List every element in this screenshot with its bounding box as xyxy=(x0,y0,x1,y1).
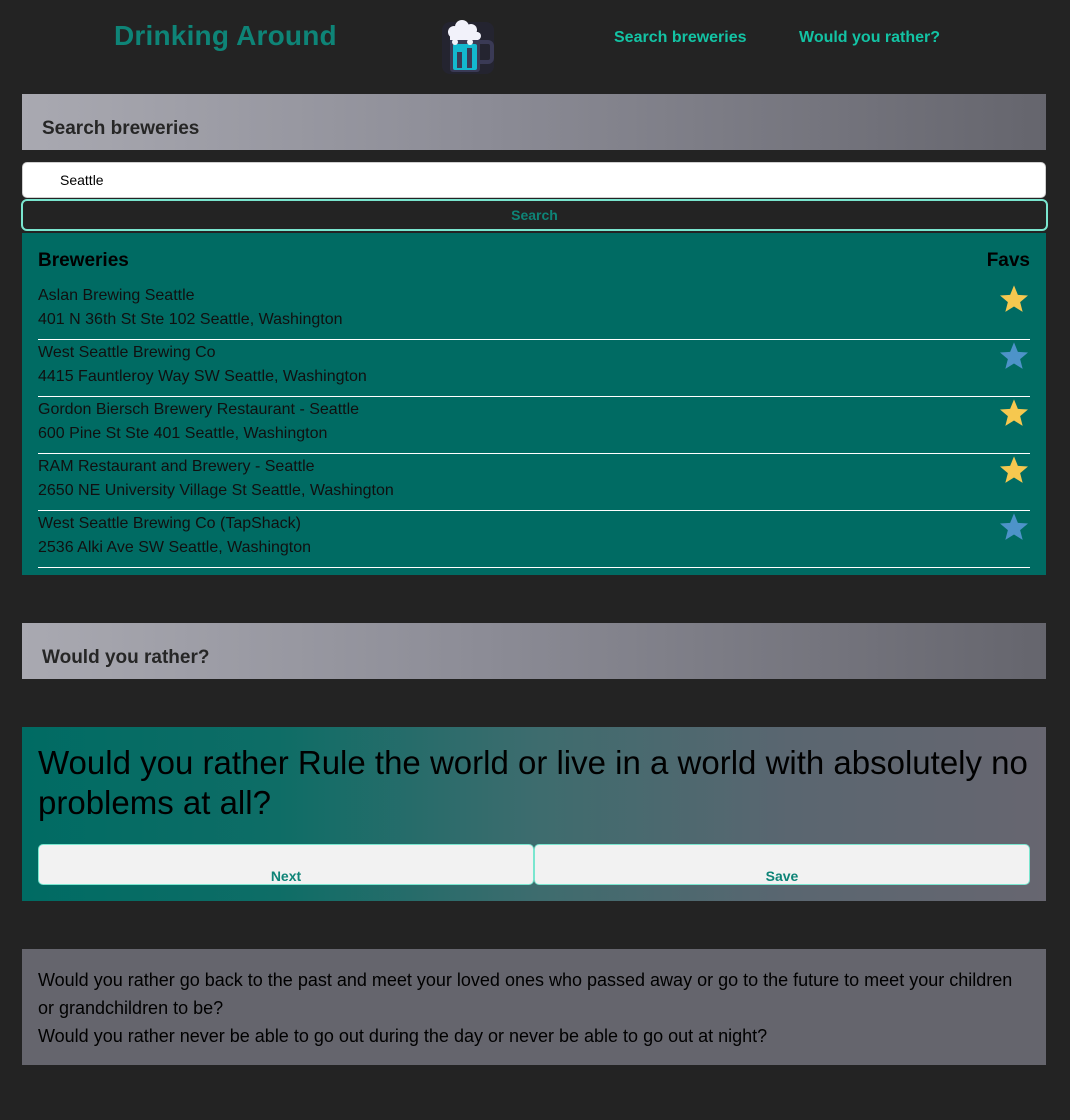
nav-search-breweries[interactable]: Search breweries xyxy=(614,29,747,47)
brewery-address: 2536 Alki Ave SW Seattle, Washington xyxy=(38,539,312,556)
app-header: Drinking Around Search breweries Would y… xyxy=(0,0,1070,94)
saved-question: Would you rather never be able to go out… xyxy=(38,1026,768,1046)
nav-would-you-rather[interactable]: Would you rather? xyxy=(799,29,940,47)
breweries-heading: Breweries xyxy=(38,250,129,271)
save-button[interactable]: Save xyxy=(534,844,1030,885)
brewery-name: RAM Restaurant and Brewery - Seattle xyxy=(38,458,315,475)
app-title[interactable]: Drinking Around xyxy=(114,20,337,52)
beer-mug-icon xyxy=(442,20,494,74)
search-section-header: Search breweries xyxy=(22,94,1046,150)
favs-heading: Favs xyxy=(986,250,1030,271)
wyr-section-title: Would you rather? xyxy=(42,647,210,668)
search-button[interactable]: Search xyxy=(21,199,1048,231)
favorite-star-icon[interactable] xyxy=(998,283,1030,315)
brewery-row: RAM Restaurant and Brewery - Seattle 265… xyxy=(38,454,1030,511)
brewery-address: 4415 Fauntleroy Way SW Seattle, Washingt… xyxy=(38,368,367,385)
brewery-name: West Seattle Brewing Co xyxy=(38,344,216,361)
next-button[interactable]: Next xyxy=(38,844,534,885)
brewery-address: 600 Pine St Ste 401 Seattle, Washington xyxy=(38,425,328,442)
brewery-name: West Seattle Brewing Co (TapShack) xyxy=(38,515,301,532)
brewery-address: 401 N 36th St Ste 102 Seattle, Washingto… xyxy=(38,311,343,328)
brewery-row: Gordon Biersch Brewery Restaurant - Seat… xyxy=(38,397,1030,454)
brewery-name: Gordon Biersch Brewery Restaurant - Seat… xyxy=(38,401,360,418)
brewery-name: Aslan Brewing Seattle xyxy=(38,287,195,304)
saved-questions-list: Would you rather go back to the past and… xyxy=(22,949,1046,1065)
brewery-row: West Seattle Brewing Co 4415 Fauntleroy … xyxy=(38,340,1030,397)
saved-question: Would you rather go back to the past and… xyxy=(38,970,1013,1018)
search-input[interactable] xyxy=(22,162,1046,198)
wyr-section-header: Would you rather? xyxy=(22,623,1046,679)
brewery-row: Aslan Brewing Seattle 401 N 36th St Ste … xyxy=(38,283,1030,340)
wyr-question-card: Would you rather Rule the world or live … xyxy=(22,727,1046,901)
favorite-star-icon[interactable] xyxy=(998,340,1030,372)
search-section-title: Search breweries xyxy=(42,118,200,139)
favorite-star-icon[interactable] xyxy=(998,397,1030,429)
wyr-question: Would you rather Rule the world or live … xyxy=(38,744,1028,821)
favorite-star-icon[interactable] xyxy=(998,454,1030,486)
breweries-panel: Breweries Favs Aslan Brewing Seattle 401… xyxy=(22,233,1046,575)
brewery-address: 2650 NE University Village St Seattle, W… xyxy=(38,482,394,499)
favorite-star-icon[interactable] xyxy=(998,511,1030,543)
brewery-row: West Seattle Brewing Co (TapShack) 2536 … xyxy=(38,511,1030,568)
